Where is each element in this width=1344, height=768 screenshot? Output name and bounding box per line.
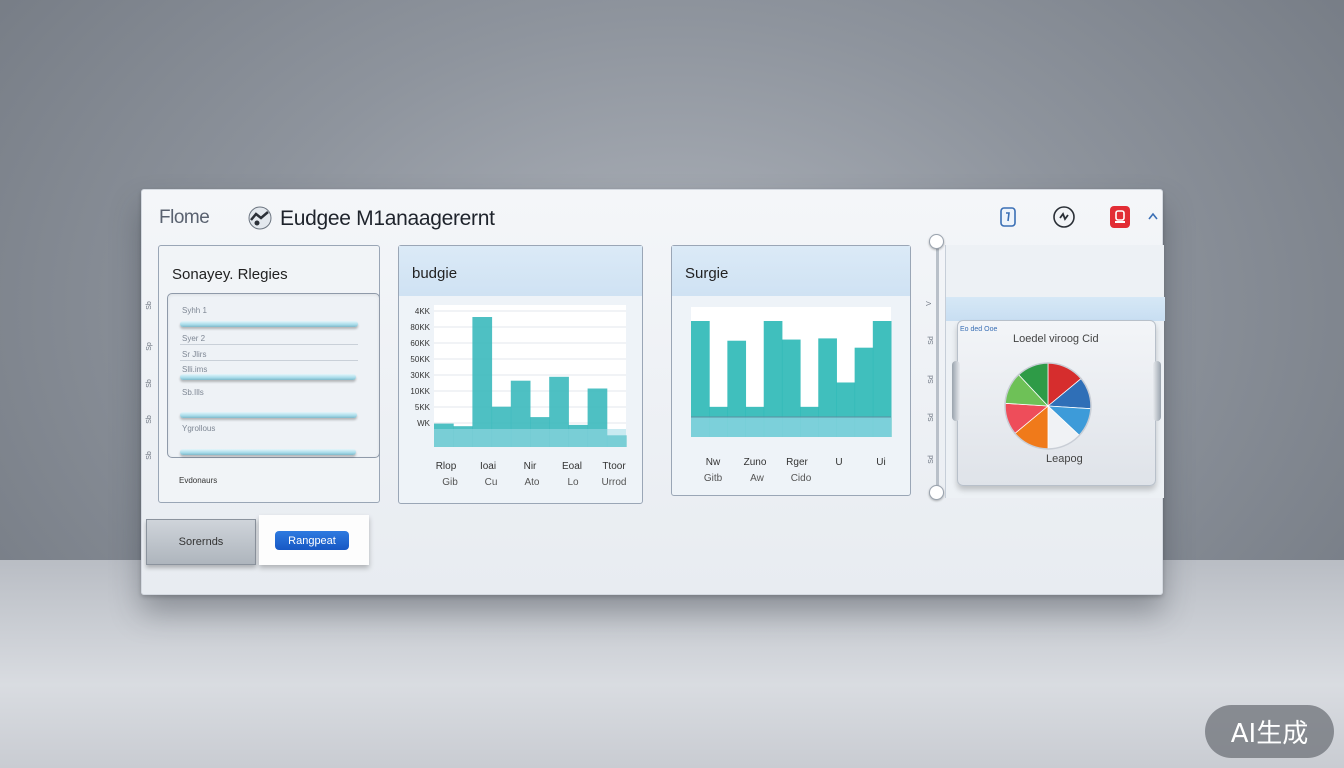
secondary-button[interactable]: Sorernds — [146, 519, 256, 565]
list-item[interactable]: Syhh 1 — [182, 306, 207, 315]
strategies-list: Syhh 1 Syer 2 Sr Jlirs Slli.ims Sb.Ills … — [167, 293, 380, 458]
pie-title: Loedel viroog Cid — [1013, 333, 1099, 345]
surge-panel-title: Surgie — [685, 265, 729, 282]
home-link[interactable]: Flome — [159, 207, 210, 229]
list-item-bar[interactable] — [180, 374, 356, 380]
pie-caption: Leapog — [1046, 453, 1083, 465]
budget-bar-chart: 4KK 80KK 60KK 50KK 30KK 10KK 5KK WK Rlop Ioai Nir E… — [410, 305, 627, 488]
side-label: Sp — [145, 342, 153, 351]
app-logo-icon — [248, 206, 272, 230]
x-tick-label: Ttoor — [602, 461, 626, 472]
x-tick-label: Nw — [706, 457, 721, 468]
x-tick-label: Nir — [524, 461, 537, 472]
notification-icon[interactable] — [1108, 205, 1132, 229]
list-item[interactable]: Slli.ims — [182, 365, 207, 374]
x-tick-label-secondary: Gitb — [704, 473, 723, 484]
primary-button-container: Rangpeat — [259, 515, 369, 565]
x-tick-label-secondary: Urrod — [601, 477, 626, 488]
side-label: Sd — [927, 336, 935, 345]
chart-baseline-band — [434, 429, 626, 447]
x-tick-label: Rger — [786, 457, 808, 468]
scroll-track[interactable] — [936, 242, 939, 494]
list-item[interactable]: Ygrollous — [182, 424, 215, 433]
list-item-bar[interactable] — [180, 449, 356, 455]
x-tick-label-secondary: Cu — [485, 477, 498, 488]
y-tick-label: 50KK — [410, 355, 430, 364]
pie-card-header: Eo ded Ooe — [960, 326, 998, 333]
scroll-handle-bottom[interactable] — [929, 485, 944, 500]
side-label: Sb — [145, 451, 153, 460]
x-tick-label: Zuno — [744, 457, 767, 468]
list-item-bar[interactable] — [180, 412, 357, 418]
strategies-footer: Evdonaurs — [179, 476, 218, 485]
budget-panel: budgie 4KK 80KK 60KK 50KK 30KK 10KK 5KK WK Rlop I… — [398, 245, 643, 504]
primary-button[interactable]: Rangpeat — [275, 531, 349, 550]
x-tick-label: Ui — [876, 457, 885, 468]
budget-panel-title: budgie — [412, 265, 458, 282]
pie-card-handle-right[interactable] — [1153, 361, 1161, 421]
side-label: V — [925, 301, 933, 306]
side-label: Sd — [927, 375, 935, 384]
strategies-panel-title: Sonayey. Rlegies — [172, 266, 288, 283]
divider — [180, 360, 358, 361]
list-item[interactable]: Syer 2 — [182, 334, 205, 343]
side-label: Sd — [927, 455, 935, 464]
chart-bar[interactable] — [472, 317, 493, 447]
y-tick-label: 5KK — [415, 403, 431, 412]
x-tick-label: Rlop — [436, 461, 457, 472]
scroll-handle-top[interactable] — [929, 234, 944, 249]
divider — [180, 344, 358, 345]
x-tick-label-secondary: Cido — [791, 473, 812, 484]
y-tick-label: 60KK — [410, 339, 430, 348]
app-title: Eudgee M1anaagerernt — [280, 207, 495, 230]
side-label: Sd — [927, 413, 935, 422]
side-label: Sb — [145, 301, 153, 310]
document-icon[interactable] — [996, 205, 1020, 229]
y-tick-label: 4KK — [415, 307, 431, 316]
y-tick-label: 80KK — [410, 323, 430, 332]
x-tick-label: U — [835, 457, 842, 468]
app-window: Flome Eudgee M1anaagerernt Sonayey. Rleg… — [141, 189, 1165, 595]
side-label: Sb — [145, 415, 153, 424]
y-tick-label: 30KK — [410, 371, 430, 380]
list-item[interactable]: Sb.Ills — [182, 388, 204, 397]
x-tick-label-secondary: Gib — [442, 477, 458, 488]
x-tick-label-secondary: Ato — [524, 477, 539, 488]
y-tick-label: WK — [417, 419, 431, 428]
side-label: Sb — [145, 379, 153, 388]
pie-card-handle-left[interactable] — [952, 361, 960, 421]
y-tick-label: 10KK — [410, 387, 430, 396]
x-tick-label: Eoal — [562, 461, 582, 472]
chevron-up-icon[interactable] — [1146, 205, 1160, 229]
x-tick-label: Ioai — [480, 461, 496, 472]
pie-chart — [1004, 362, 1092, 450]
surge-panel: Surgie Nw Zuno Rger U Ui Gitb Aw Cido — [671, 245, 911, 496]
x-tick-label-secondary: Aw — [750, 473, 764, 484]
x-tick-label-secondary: Lo — [567, 477, 579, 488]
list-item-bar[interactable] — [180, 321, 358, 327]
settings-icon[interactable] — [1052, 205, 1076, 229]
chart-baseline-band — [691, 417, 891, 437]
ai-generated-badge: AI生成 — [1205, 705, 1334, 758]
list-item[interactable]: Sr Jlirs — [182, 350, 206, 359]
pie-card: Eo ded Ooe Loedel viroog Cid Leapog — [952, 320, 1161, 486]
top-bar: Flome Eudgee M1anaagerernt — [142, 190, 1162, 244]
strategies-panel: Sonayey. Rlegies Syhh 1 Syer 2 Sr Jlirs … — [158, 245, 380, 503]
pie-panel-band — [946, 297, 1165, 321]
surge-bar-chart: Nw Zuno Rger U Ui Gitb Aw Cido — [691, 307, 892, 484]
